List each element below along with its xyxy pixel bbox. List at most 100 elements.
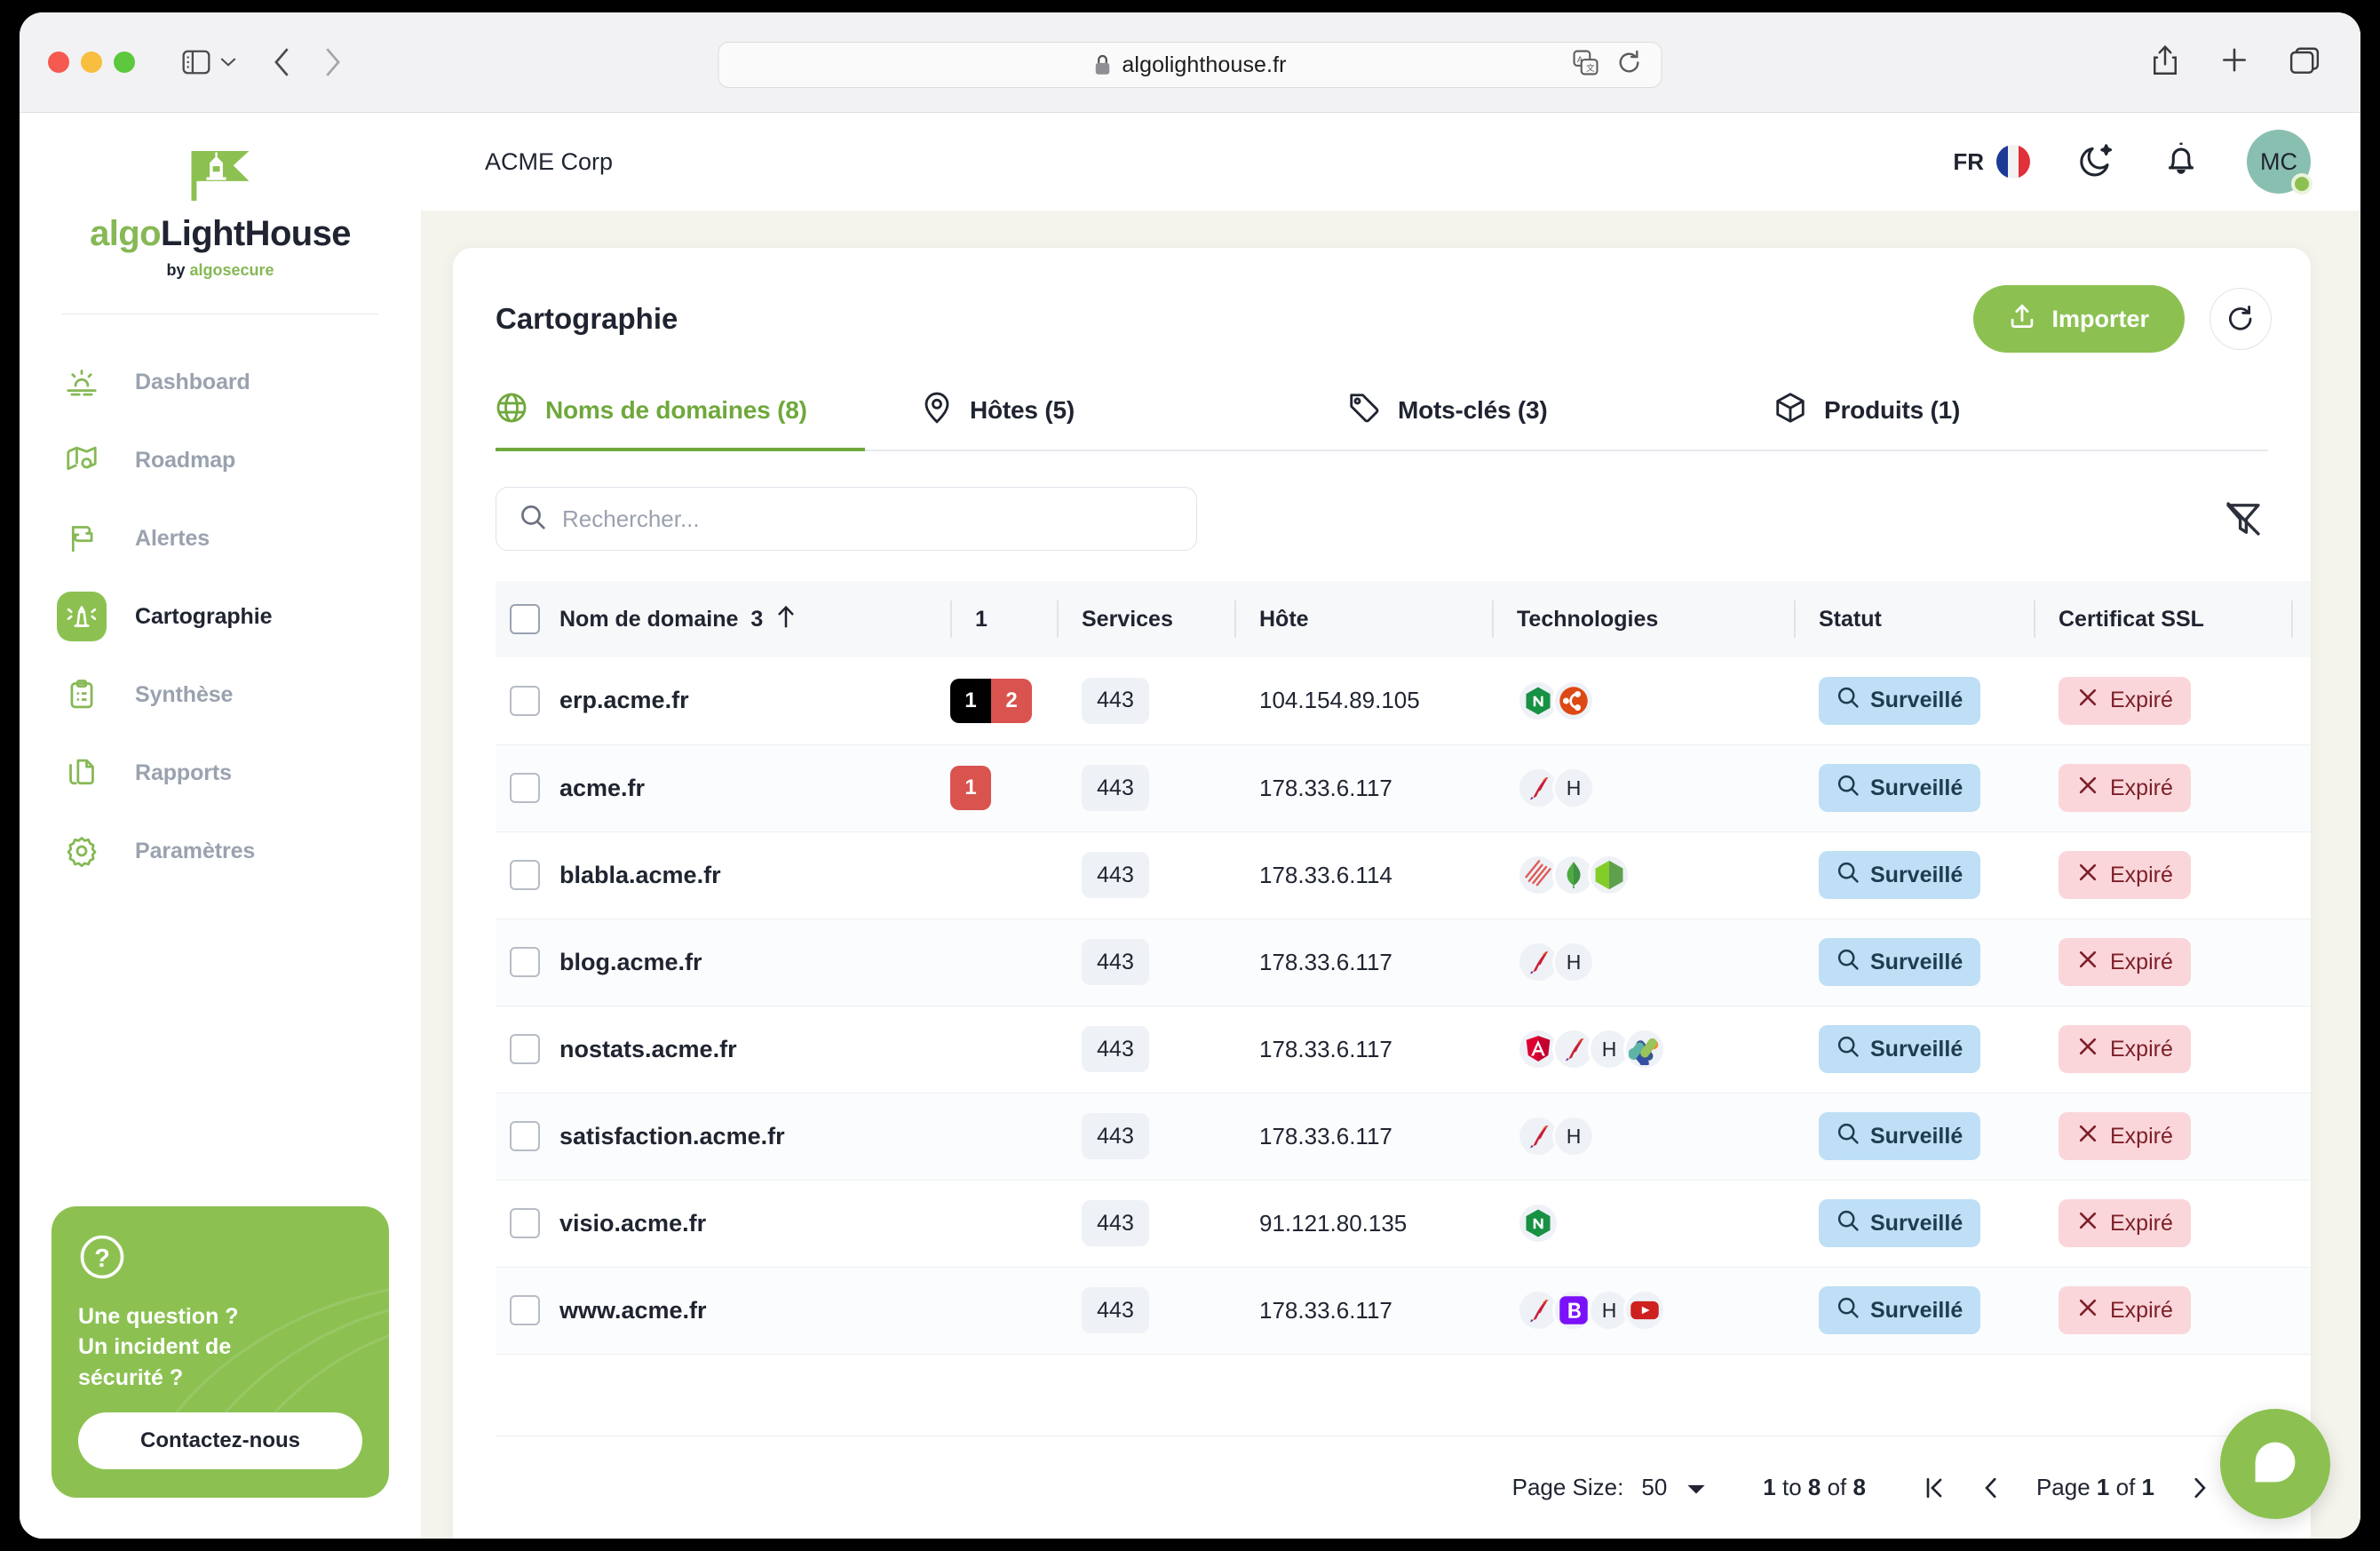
ssl-badge[interactable]: Expiré (2059, 677, 2191, 725)
tech-html5-icon[interactable]: H (1552, 941, 1595, 983)
port-chip[interactable]: 443 (1082, 1287, 1149, 1333)
tech-matomo-icon[interactable] (1623, 1028, 1666, 1070)
ssl-badge[interactable]: Expiré (2059, 1112, 2191, 1160)
th-services[interactable]: Services (1057, 581, 1234, 657)
status-badge[interactable]: Surveillé (1819, 764, 1980, 812)
port-chip[interactable]: 443 (1082, 1026, 1149, 1072)
th-host[interactable]: Hôte (1234, 581, 1492, 657)
sidebar-toggle-icon[interactable] (181, 49, 211, 76)
reload-icon[interactable] (1617, 51, 1642, 80)
search-input[interactable] (562, 505, 1173, 533)
status-badge[interactable]: Surveillé (1819, 1025, 1980, 1073)
translate-icon[interactable]: A 文 (1573, 50, 1599, 81)
port-chip[interactable]: 443 (1082, 678, 1149, 724)
sidebar-item-synthese[interactable]: Synthèse (20, 663, 421, 727)
row-checkbox[interactable] (510, 1034, 540, 1064)
page-size-select[interactable]: 50 (1641, 1474, 1706, 1501)
domain-name[interactable]: blabla.acme.fr (559, 862, 721, 889)
tech-html5-icon[interactable]: H (1552, 767, 1595, 809)
domain-name[interactable]: acme.fr (559, 775, 645, 802)
ssl-badge[interactable]: Expiré (2059, 1286, 2191, 1334)
port-chip[interactable]: 443 (1082, 765, 1149, 811)
share-icon[interactable] (2151, 44, 2179, 81)
dark-mode-toggle[interactable] (2078, 141, 2115, 183)
import-button[interactable]: Importer (1973, 285, 2185, 353)
prev-page-button[interactable] (1981, 1475, 2001, 1500)
refresh-button[interactable] (2209, 288, 2272, 350)
sidebar-item-dashboard[interactable]: Dashboard (20, 350, 421, 414)
nav-back-icon[interactable] (274, 47, 291, 77)
row-checkbox[interactable] (510, 1295, 540, 1325)
language-switcher[interactable]: FR (1953, 145, 2030, 179)
maximize-window-button[interactable] (114, 52, 135, 73)
sidebar-item-cartographie[interactable]: Cartographie (20, 585, 421, 648)
status-badge[interactable]: Surveillé (1819, 677, 1980, 725)
port-chip[interactable]: 443 (1082, 939, 1149, 985)
port-chip[interactable]: 443 (1082, 852, 1149, 898)
new-tab-icon[interactable] (2220, 46, 2249, 79)
status-badge[interactable]: Surveillé (1819, 1199, 1980, 1247)
row-checkbox[interactable] (510, 860, 540, 890)
table-row[interactable]: nostats.acme.fr443178.33.6.117HSurveillé… (496, 1006, 2311, 1093)
table-row[interactable]: visio.acme.fr44391.121.80.135SurveilléEx… (496, 1180, 2311, 1267)
ssl-badge[interactable]: Expiré (2059, 1025, 2191, 1073)
search-field[interactable] (496, 487, 1197, 551)
tech-html5-icon[interactable]: H (1552, 1115, 1595, 1157)
severity-badge-critical[interactable]: 1 (950, 679, 991, 723)
domain-name[interactable]: satisfaction.acme.fr (559, 1123, 785, 1150)
domain-name[interactable]: erp.acme.fr (559, 687, 689, 714)
tech-youtube-icon[interactable] (1623, 1289, 1666, 1332)
domain-name[interactable]: nostats.acme.fr (559, 1036, 737, 1063)
tab-produits[interactable]: Produits (1) (1774, 392, 2201, 449)
select-all-checkbox[interactable] (510, 604, 540, 634)
tab-overview-icon[interactable] (2289, 46, 2320, 79)
domain-name[interactable]: visio.acme.fr (559, 1210, 706, 1237)
th-ssl[interactable]: Certificat SSL (2034, 581, 2291, 657)
table-row[interactable]: blog.acme.fr443178.33.6.117HSurveilléExp… (496, 919, 2311, 1006)
table-row[interactable]: blabla.acme.fr443178.33.6.114SurveilléEx… (496, 831, 2311, 919)
th-vulnerabilities[interactable]: 1 (950, 581, 1057, 657)
th-technologies[interactable]: Technologies (1492, 581, 1794, 657)
avatar[interactable]: MC (2247, 130, 2311, 194)
next-page-button[interactable] (2190, 1475, 2209, 1500)
nav-forward-icon[interactable] (323, 47, 341, 77)
status-badge[interactable]: Surveillé (1819, 851, 1980, 899)
table-row[interactable]: erp.acme.fr12443104.154.89.105SurveilléE… (496, 657, 2311, 744)
severity-group[interactable]: 12 (950, 679, 1032, 723)
first-page-button[interactable] (1923, 1475, 1946, 1500)
table-row[interactable]: acme.fr1443178.33.6.117HSurveilléExpiré (496, 744, 2311, 831)
sidebar-item-rapports[interactable]: Rapports (20, 741, 421, 805)
tab-hotes[interactable]: Hôtes (5) (922, 392, 1348, 449)
address-bar[interactable]: algolighthouse.fr A 文 (718, 42, 1662, 88)
th-status[interactable]: Statut (1794, 581, 2034, 657)
domain-name[interactable]: blog.acme.fr (559, 949, 702, 976)
chat-bubble-button[interactable] (2220, 1409, 2330, 1519)
minimize-window-button[interactable] (81, 52, 102, 73)
tab-noms-de-domaines[interactable]: Noms de domaines (8) (496, 392, 922, 449)
close-window-button[interactable] (48, 52, 69, 73)
table-row[interactable]: www.acme.fr443178.33.6.117HSurveilléExpi… (496, 1267, 2311, 1354)
sidebar-item-parametres[interactable]: Paramètres (20, 819, 421, 883)
row-checkbox[interactable] (510, 773, 540, 803)
domain-name[interactable]: www.acme.fr (559, 1297, 707, 1324)
chevron-down-icon[interactable] (220, 57, 236, 68)
row-checkbox[interactable] (510, 1208, 540, 1238)
ssl-badge[interactable]: Expiré (2059, 764, 2191, 812)
status-badge[interactable]: Surveillé (1819, 938, 1980, 986)
th-domain[interactable]: Nom de domaine 3 (559, 581, 950, 657)
ssl-badge[interactable]: Expiré (2059, 938, 2191, 986)
tech-nodejs-icon[interactable] (1588, 854, 1630, 896)
filter-off-icon[interactable] (2218, 494, 2268, 544)
ssl-badge[interactable]: Expiré (2059, 1199, 2191, 1247)
severity-badge-high[interactable]: 2 (991, 679, 1032, 723)
row-checkbox[interactable] (510, 686, 540, 716)
row-checkbox[interactable] (510, 947, 540, 977)
contact-us-button[interactable]: Contactez-nous (78, 1412, 362, 1469)
severity-badge-high[interactable]: 1 (950, 766, 991, 810)
row-checkbox[interactable] (510, 1121, 540, 1151)
tech-ubuntu-icon[interactable] (1552, 680, 1595, 722)
status-badge[interactable]: Surveillé (1819, 1286, 1980, 1334)
port-chip[interactable]: 443 (1082, 1200, 1149, 1246)
status-badge[interactable]: Surveillé (1819, 1112, 1980, 1160)
notifications-bell-icon[interactable] (2163, 141, 2199, 183)
